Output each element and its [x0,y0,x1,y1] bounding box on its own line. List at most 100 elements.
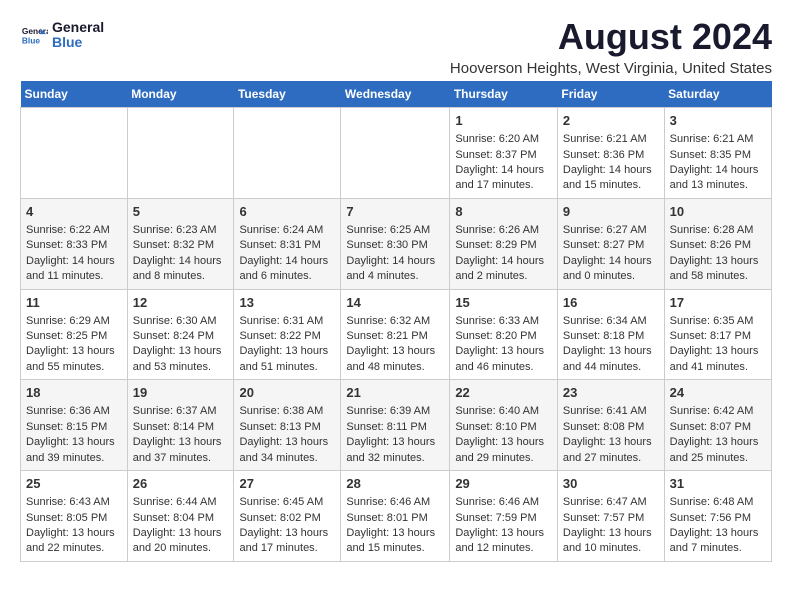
day-info: Sunrise: 6:46 AM [346,495,444,510]
calendar-cell: 5Sunrise: 6:23 AMSunset: 8:32 PMDaylight… [127,198,234,289]
day-number: 30 [563,475,659,493]
day-info: Sunset: 8:32 PM [133,238,229,253]
day-info: Daylight: 13 hours [26,344,122,359]
day-info: Sunset: 8:14 PM [133,420,229,435]
day-info: and 20 minutes. [133,541,229,556]
day-header-thursday: Thursday [450,81,558,108]
calendar-cell: 3Sunrise: 6:21 AMSunset: 8:35 PMDaylight… [664,108,771,199]
day-info: Daylight: 14 hours [26,254,122,269]
day-info: Daylight: 13 hours [455,526,552,541]
calendar-cell: 17Sunrise: 6:35 AMSunset: 8:17 PMDayligh… [664,289,771,380]
day-info: Daylight: 14 hours [133,254,229,269]
day-header-monday: Monday [127,81,234,108]
day-info: Daylight: 13 hours [239,526,335,541]
day-info: and 53 minutes. [133,360,229,375]
calendar-cell: 21Sunrise: 6:39 AMSunset: 8:11 PMDayligh… [341,380,450,471]
day-info: Sunset: 8:30 PM [346,238,444,253]
svg-text:Blue: Blue [22,36,40,46]
day-info: Sunset: 8:27 PM [563,238,659,253]
day-info: and 22 minutes. [26,541,122,556]
day-info: Sunrise: 6:35 AM [670,314,766,329]
calendar-cell: 20Sunrise: 6:38 AMSunset: 8:13 PMDayligh… [234,380,341,471]
day-info: Daylight: 14 hours [239,254,335,269]
day-info: and 7 minutes. [670,541,766,556]
calendar-cell: 28Sunrise: 6:46 AMSunset: 8:01 PMDayligh… [341,471,450,562]
day-number: 13 [239,294,335,312]
day-info: and 29 minutes. [455,451,552,466]
calendar-cell: 30Sunrise: 6:47 AMSunset: 7:57 PMDayligh… [557,471,664,562]
day-info: Sunrise: 6:28 AM [670,223,766,238]
day-info: Sunrise: 6:23 AM [133,223,229,238]
day-info: Sunset: 8:11 PM [346,420,444,435]
logo-line2: Blue [52,35,104,50]
week-row-4: 18Sunrise: 6:36 AMSunset: 8:15 PMDayligh… [21,380,772,471]
calendar-cell: 10Sunrise: 6:28 AMSunset: 8:26 PMDayligh… [664,198,771,289]
day-info: Sunrise: 6:26 AM [455,223,552,238]
day-info: Sunrise: 6:22 AM [26,223,122,238]
day-info: Daylight: 13 hours [455,344,552,359]
calendar-cell: 24Sunrise: 6:42 AMSunset: 8:07 PMDayligh… [664,380,771,471]
calendar-cell [234,108,341,199]
day-info: Sunrise: 6:27 AM [563,223,659,238]
day-info: Sunset: 8:02 PM [239,511,335,526]
day-info: and 4 minutes. [346,269,444,284]
day-info: Daylight: 14 hours [455,163,552,178]
day-info: Sunrise: 6:34 AM [563,314,659,329]
day-number: 11 [26,294,122,312]
day-info: Sunrise: 6:30 AM [133,314,229,329]
day-info: Sunrise: 6:32 AM [346,314,444,329]
day-info: Sunrise: 6:24 AM [239,223,335,238]
day-info: and 15 minutes. [346,541,444,556]
day-info: Sunset: 8:17 PM [670,329,766,344]
day-info: Sunrise: 6:21 AM [563,132,659,147]
day-number: 18 [26,384,122,402]
week-row-3: 11Sunrise: 6:29 AMSunset: 8:25 PMDayligh… [21,289,772,380]
calendar-header-row: SundayMondayTuesdayWednesdayThursdayFrid… [21,81,772,108]
calendar-cell: 12Sunrise: 6:30 AMSunset: 8:24 PMDayligh… [127,289,234,380]
week-row-2: 4Sunrise: 6:22 AMSunset: 8:33 PMDaylight… [21,198,772,289]
calendar-cell: 19Sunrise: 6:37 AMSunset: 8:14 PMDayligh… [127,380,234,471]
day-info: Daylight: 13 hours [670,526,766,541]
calendar-table: SundayMondayTuesdayWednesdayThursdayFrid… [20,81,772,562]
day-info: Sunset: 8:31 PM [239,238,335,253]
day-info: Sunset: 7:57 PM [563,511,659,526]
day-info: Daylight: 13 hours [563,435,659,450]
day-info: Sunrise: 6:21 AM [670,132,766,147]
day-info: Sunrise: 6:48 AM [670,495,766,510]
day-header-tuesday: Tuesday [234,81,341,108]
day-info: and 37 minutes. [133,451,229,466]
day-header-saturday: Saturday [664,81,771,108]
day-info: and 55 minutes. [26,360,122,375]
day-number: 25 [26,475,122,493]
page-header: General Blue General Blue August 2024 Ho… [20,16,772,77]
day-info: Sunrise: 6:46 AM [455,495,552,510]
day-info: Sunrise: 6:45 AM [239,495,335,510]
day-info: and 12 minutes. [455,541,552,556]
day-info: Sunrise: 6:42 AM [670,404,766,419]
day-info: Sunset: 8:29 PM [455,238,552,253]
day-info: Sunset: 8:07 PM [670,420,766,435]
day-number: 27 [239,475,335,493]
day-info: Sunset: 8:10 PM [455,420,552,435]
calendar-cell [341,108,450,199]
day-info: Sunrise: 6:36 AM [26,404,122,419]
day-number: 16 [563,294,659,312]
day-info: Sunrise: 6:37 AM [133,404,229,419]
day-number: 9 [563,203,659,221]
day-info: and 13 minutes. [670,178,766,193]
day-number: 20 [239,384,335,402]
day-info: and 2 minutes. [455,269,552,284]
day-info: and 58 minutes. [670,269,766,284]
day-info: and 44 minutes. [563,360,659,375]
day-info: and 15 minutes. [563,178,659,193]
day-info: and 48 minutes. [346,360,444,375]
calendar-cell: 18Sunrise: 6:36 AMSunset: 8:15 PMDayligh… [21,380,128,471]
day-number: 26 [133,475,229,493]
day-number: 31 [670,475,766,493]
day-info: Sunset: 8:04 PM [133,511,229,526]
day-info: Sunset: 8:24 PM [133,329,229,344]
day-info: Daylight: 13 hours [133,435,229,450]
day-info: Daylight: 13 hours [26,526,122,541]
day-info: Daylight: 13 hours [563,344,659,359]
day-number: 10 [670,203,766,221]
